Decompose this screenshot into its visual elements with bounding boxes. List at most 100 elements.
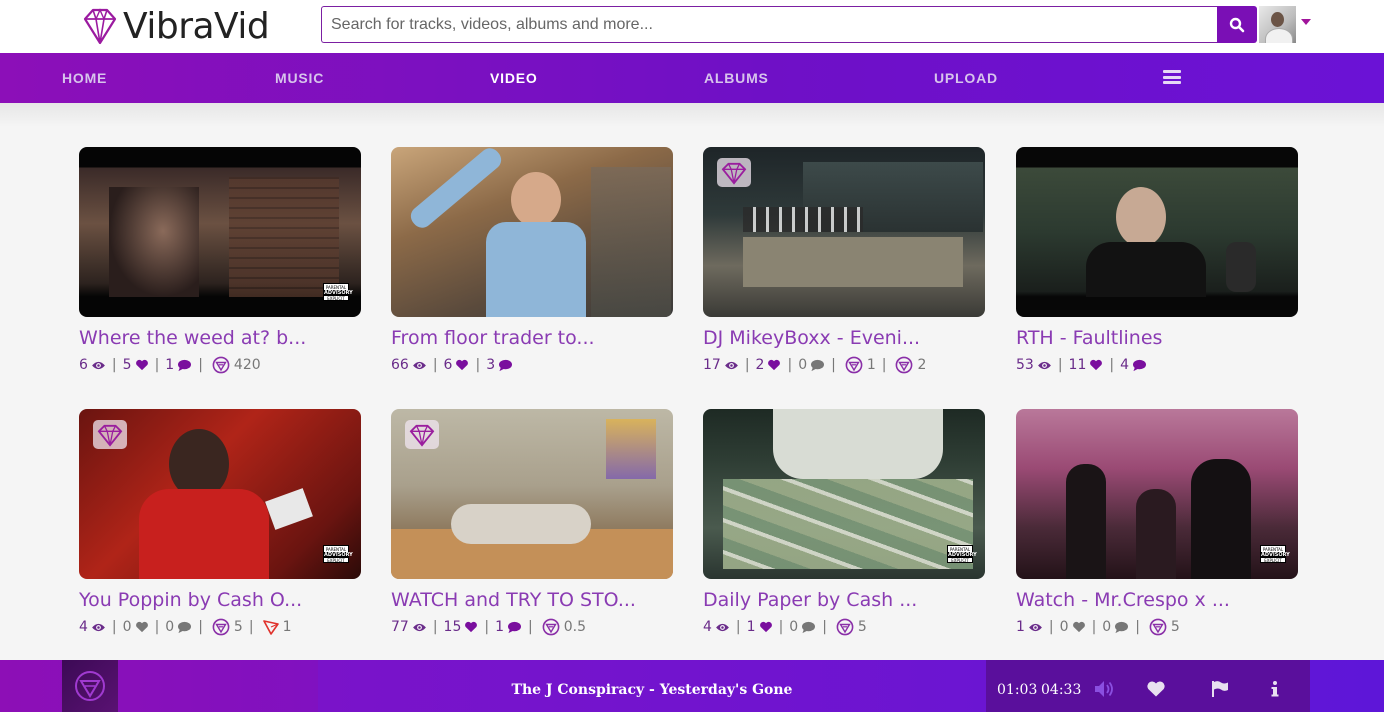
parental-advisory-label: PARENTAL ADVISORY EXPLICIT — [947, 545, 977, 563]
video-stats: 4 | 1 | 0 | 5 — [703, 619, 867, 635]
logo[interactable]: VibraVid — [79, 4, 270, 48]
like-count: 0 — [122, 619, 132, 635]
eye-icon — [1028, 622, 1043, 633]
nav-shadow — [0, 103, 1384, 127]
search-button[interactable] — [1217, 6, 1257, 43]
video-thumbnail[interactable] — [391, 409, 673, 579]
logo-text: VibraVid — [123, 5, 270, 47]
heart-icon[interactable] — [135, 359, 149, 371]
info-button[interactable] — [1263, 678, 1287, 700]
eye-icon — [412, 622, 427, 633]
video-card[interactable]: PARENTAL ADVISORY EXPLICIT Where the weed … — [79, 147, 361, 374]
vibra-token-icon — [212, 356, 230, 374]
tip-count: 5 — [857, 619, 867, 635]
video-thumbnail[interactable]: PARENTAL ADVISORY EXPLICIT — [79, 147, 361, 317]
video-title[interactable]: WATCH and TRY TO STO... — [391, 588, 673, 612]
comment-count: 1 — [165, 357, 175, 373]
eye-icon — [412, 360, 427, 371]
report-button[interactable] — [1208, 678, 1232, 700]
view-count: 1 — [1016, 619, 1025, 635]
eye-icon — [91, 360, 106, 371]
comment-icon[interactable] — [498, 359, 513, 372]
like-count: 11 — [1068, 357, 1087, 373]
comment-count: 0 — [165, 619, 175, 635]
tip-count: 1 — [866, 357, 876, 373]
video-card[interactable]: PARENTAL ADVISORY EXPLICIT Daily Paper by … — [703, 409, 985, 636]
nav-item-albums[interactable]: ALBUMS — [704, 53, 769, 103]
video-card[interactable]: DJ MikeyBoxx - Eveni... 17 | 2 | 0 | 1 |… — [703, 147, 985, 374]
diamond-badge-icon — [93, 420, 127, 449]
video-card[interactable]: RTH - Faultlines 53 | 11 | 4 — [1016, 147, 1298, 374]
heart-icon[interactable] — [135, 621, 149, 633]
parental-advisory-label: PARENTAL ADVISORY EXPLICIT — [323, 283, 353, 301]
video-thumbnail[interactable]: PARENTAL ADVISORY EXPLICIT — [79, 409, 361, 579]
video-thumbnail[interactable] — [703, 147, 985, 317]
vibra-token-icon — [212, 618, 230, 636]
vibra-token-icon — [542, 618, 560, 636]
like-count: 0 — [1059, 619, 1069, 635]
comment-icon[interactable] — [1114, 621, 1129, 634]
chevron-down-icon[interactable] — [1301, 19, 1311, 25]
nav-item-upload[interactable]: UPLOAD — [934, 53, 998, 103]
eye-icon — [724, 360, 739, 371]
video-thumbnail[interactable] — [1016, 147, 1298, 317]
comment-icon[interactable] — [177, 359, 192, 372]
player-album-art[interactable] — [62, 660, 118, 712]
vibra-token-icon — [845, 356, 863, 374]
eye-icon — [1037, 360, 1052, 371]
comment-icon[interactable] — [507, 621, 522, 634]
info-icon — [1271, 681, 1279, 697]
video-title[interactable]: Where the weed at? b... — [79, 326, 361, 350]
comment-icon[interactable] — [810, 359, 825, 372]
video-card[interactable]: WATCH and TRY TO STO... 77 | 15 | 1 | 0.… — [391, 409, 673, 636]
heart-icon[interactable] — [759, 621, 773, 633]
tip-count-secondary: 1 — [282, 619, 292, 635]
video-thumbnail[interactable]: PARENTAL ADVISORY EXPLICIT — [703, 409, 985, 579]
video-card[interactable]: PARENTAL ADVISORY EXPLICIT You Poppin by C… — [79, 409, 361, 636]
diamond-badge-icon — [405, 420, 439, 449]
video-stats: 6 | 5 | 1 | 420 — [79, 356, 261, 374]
heart-icon[interactable] — [1089, 359, 1103, 371]
nav-item-home[interactable]: HOME — [62, 53, 107, 103]
video-card[interactable]: PARENTAL ADVISORY EXPLICIT Watch - Mr.Cres… — [1016, 409, 1298, 636]
heart-icon[interactable] — [1072, 621, 1086, 633]
comment-count: 4 — [1120, 357, 1130, 373]
video-title[interactable]: From floor trader to... — [391, 326, 673, 350]
video-thumbnail[interactable] — [391, 147, 673, 317]
heart-icon[interactable] — [455, 359, 469, 371]
heart-icon[interactable] — [464, 621, 478, 633]
video-stats: 4 | 0 | 0 | 5 | 1 — [79, 618, 292, 636]
nav-item-music[interactable]: MUSIC — [275, 53, 324, 103]
tron-icon — [263, 619, 279, 635]
comment-count: 0 — [1102, 619, 1112, 635]
like-count: 6 — [443, 357, 453, 373]
video-title[interactable]: Watch - Mr.Crespo x ... — [1016, 588, 1298, 612]
view-count: 66 — [391, 357, 409, 373]
eye-icon — [715, 622, 730, 633]
heart-icon[interactable] — [767, 359, 781, 371]
user-avatar[interactable] — [1259, 6, 1296, 43]
like-count: 15 — [443, 619, 462, 635]
flag-icon — [1212, 681, 1228, 697]
hamburger-menu-icon[interactable] — [1163, 70, 1181, 84]
video-title[interactable]: DJ MikeyBoxx - Eveni... — [703, 326, 985, 350]
video-card[interactable]: From floor trader to... 66 | 6 | 3 — [391, 147, 673, 374]
comment-icon[interactable] — [801, 621, 816, 634]
comment-icon[interactable] — [177, 621, 192, 634]
vibra-logo-icon — [75, 671, 105, 701]
tip-count-secondary: 2 — [917, 357, 927, 373]
volume-icon — [1095, 681, 1113, 697]
video-title[interactable]: You Poppin by Cash O... — [79, 588, 361, 612]
like-track-button[interactable] — [1144, 678, 1168, 700]
video-thumbnail[interactable]: PARENTAL ADVISORY EXPLICIT — [1016, 409, 1298, 579]
view-count: 6 — [79, 357, 88, 373]
like-count: 5 — [122, 357, 132, 373]
nav-item-video[interactable]: VIDEO — [490, 53, 538, 103]
volume-button[interactable] — [1093, 678, 1117, 700]
comment-icon[interactable] — [1132, 359, 1147, 372]
view-count: 77 — [391, 619, 409, 635]
vibra-token-icon — [1149, 618, 1167, 636]
search-input[interactable] — [321, 6, 1218, 43]
video-title[interactable]: RTH - Faultlines — [1016, 326, 1298, 350]
video-title[interactable]: Daily Paper by Cash ... — [703, 588, 985, 612]
